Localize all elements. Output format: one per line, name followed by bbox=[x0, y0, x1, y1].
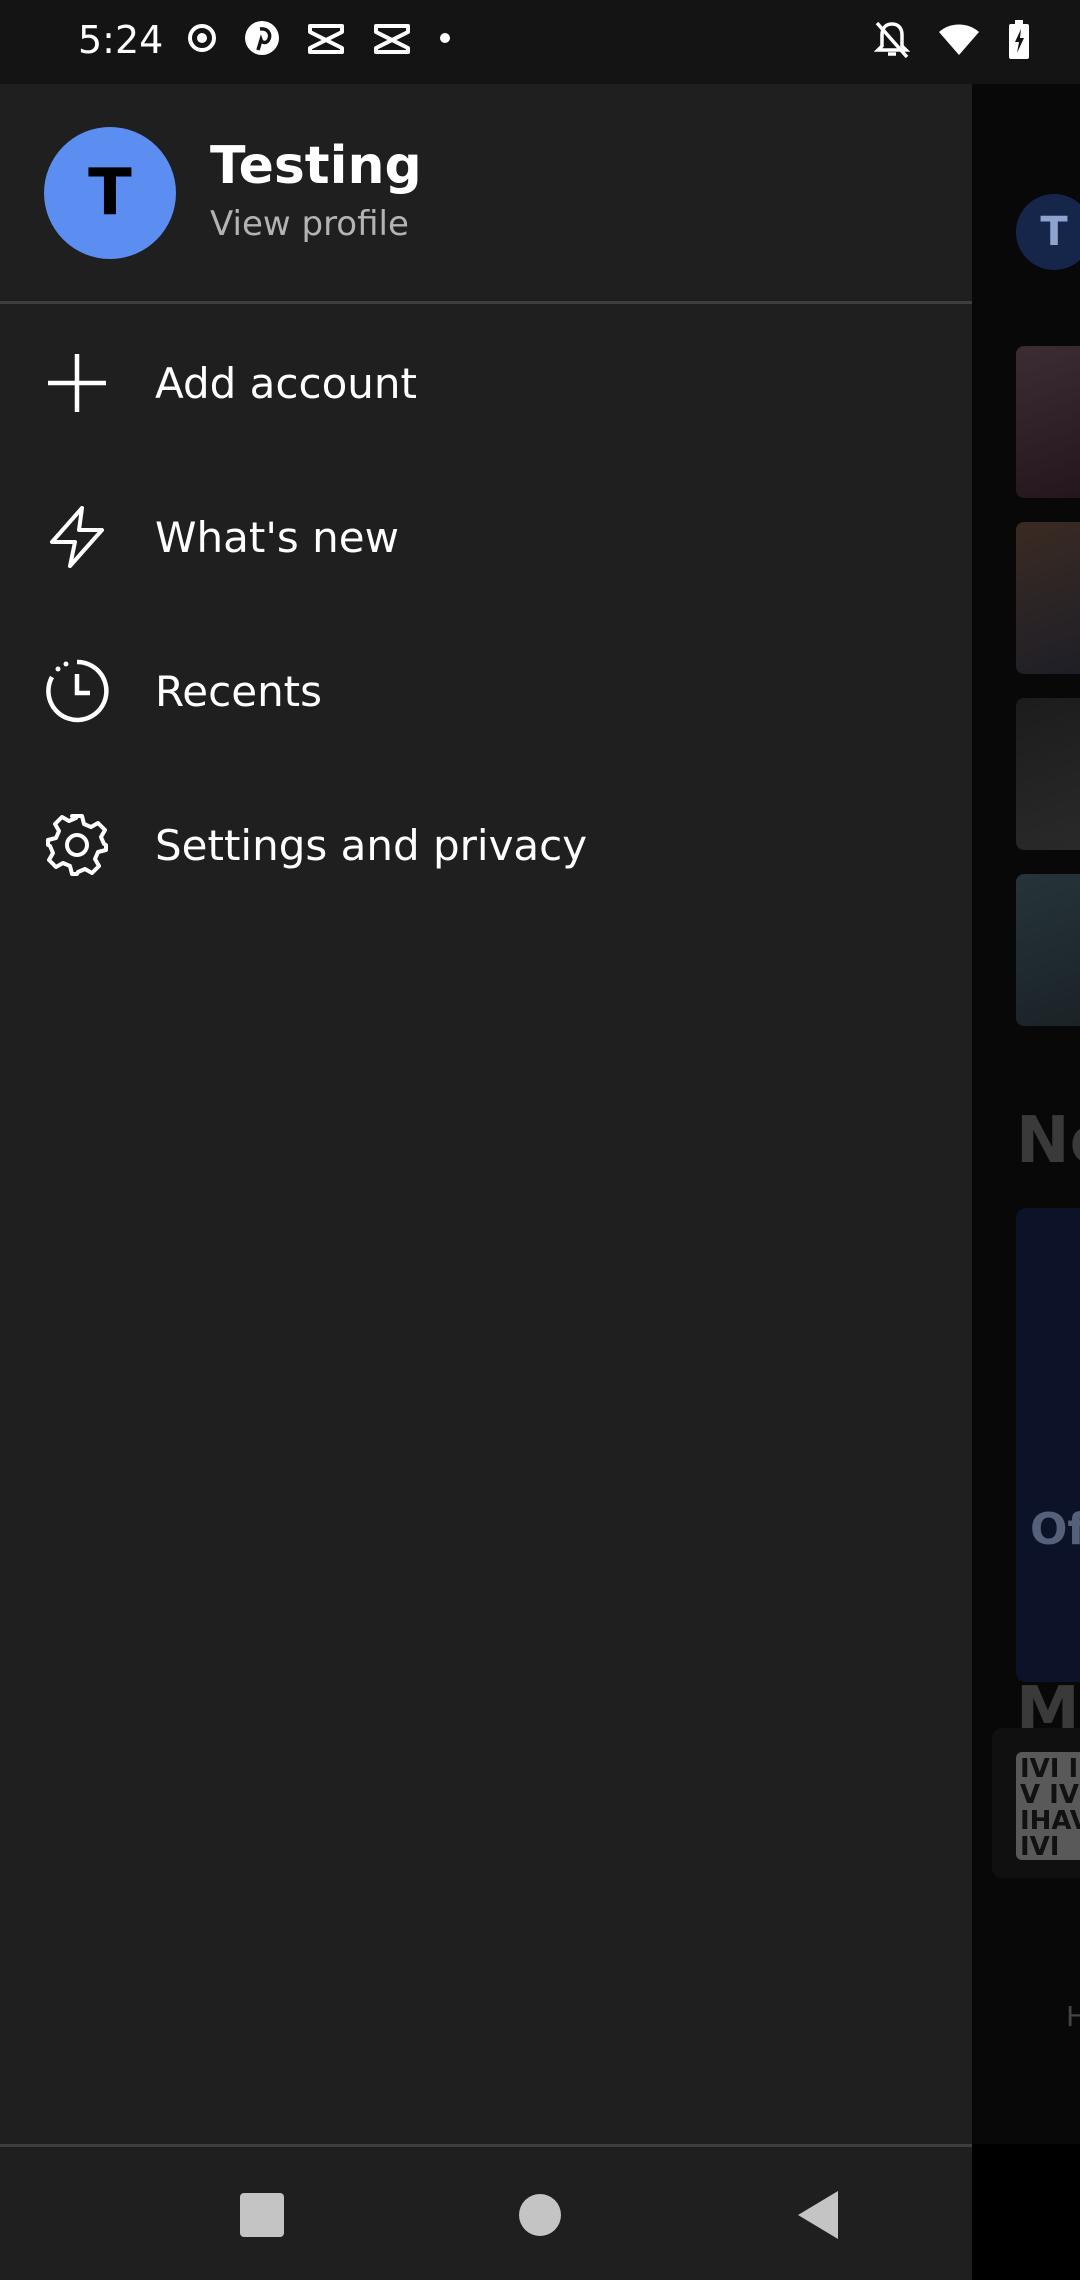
recents-button[interactable] bbox=[234, 2187, 290, 2243]
recent-tile bbox=[1016, 874, 1080, 1026]
status-bar: 5:24 bbox=[0, 0, 1080, 84]
menu-item-whats-new[interactable]: What's new bbox=[0, 460, 972, 614]
bell-off-icon bbox=[874, 21, 910, 59]
clock-icon bbox=[46, 659, 109, 723]
battery-charging-icon bbox=[1009, 20, 1029, 59]
home-button[interactable] bbox=[512, 2187, 568, 2243]
capcut-icon bbox=[374, 24, 410, 54]
system-icons bbox=[874, 20, 1030, 60]
background-avatar: T bbox=[1016, 194, 1080, 270]
menu-item-label: What's new bbox=[155, 512, 399, 562]
menu-item-label: Add account bbox=[155, 358, 417, 408]
navigation-bar-background bbox=[972, 2144, 1080, 2280]
notification-icons bbox=[186, 20, 452, 56]
recent-tile bbox=[1016, 522, 1080, 674]
view-profile-link[interactable]: View profile bbox=[210, 204, 409, 244]
lightning-icon bbox=[50, 506, 104, 568]
status-time: 5:24 bbox=[78, 18, 164, 62]
dot-icon bbox=[440, 33, 450, 43]
back-button[interactable] bbox=[790, 2187, 846, 2243]
mini-player-art: IVI I' V IVI IHAV IVI bbox=[1016, 1752, 1080, 1860]
menu-item-recents[interactable]: Recents bbox=[0, 614, 972, 768]
playlist-card-title: Of bbox=[1030, 1504, 1080, 1555]
background-footer-text: H bbox=[1066, 2000, 1080, 2033]
menu-item-add-account[interactable]: Add account bbox=[0, 306, 972, 460]
side-drawer: T Testing View profile Add account What'… bbox=[0, 84, 972, 2144]
menu-item-label: Recents bbox=[155, 666, 323, 716]
profile-name[interactable]: Testing bbox=[210, 136, 422, 196]
gear-icon bbox=[46, 814, 108, 876]
plus-icon bbox=[48, 354, 106, 412]
profile-header[interactable]: T Testing View profile bbox=[0, 84, 972, 304]
menu-item-label: Settings and privacy bbox=[155, 820, 588, 870]
record-icon bbox=[188, 24, 216, 52]
recent-tile bbox=[1016, 346, 1080, 498]
wifi-icon bbox=[939, 24, 979, 55]
menu-item-settings-privacy[interactable]: Settings and privacy bbox=[0, 768, 972, 922]
playlist-card bbox=[1016, 1208, 1080, 1682]
avatar[interactable]: T bbox=[44, 127, 176, 259]
pinterest-icon bbox=[245, 21, 279, 55]
section-heading: No bbox=[1016, 1104, 1080, 1178]
navigation-bar bbox=[0, 2144, 972, 2280]
capcut-icon bbox=[308, 24, 344, 54]
recent-tile bbox=[1016, 698, 1080, 850]
background-app: T No Of Mu IVI I' V IVI IHAV IVI H bbox=[972, 84, 1080, 2280]
